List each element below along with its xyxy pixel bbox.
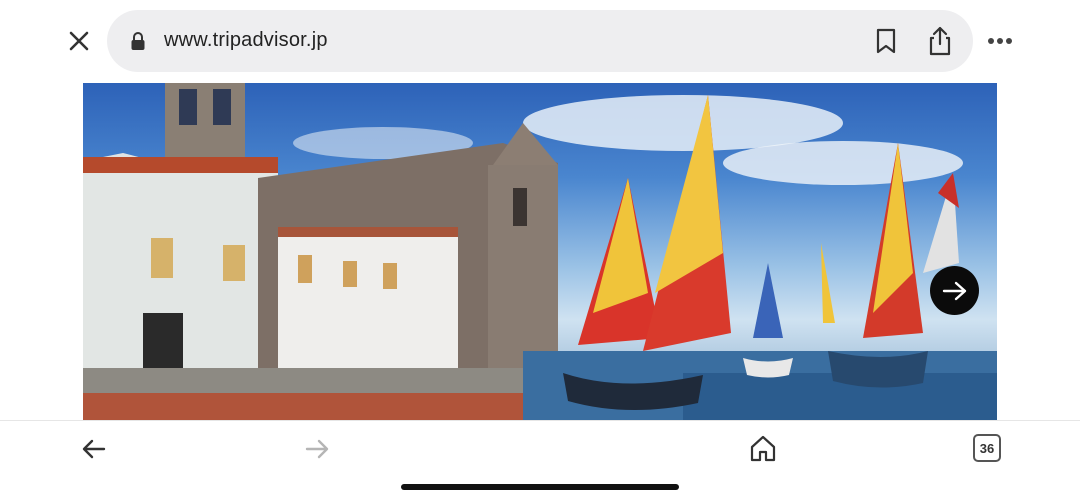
back-arrow-icon[interactable] bbox=[80, 435, 108, 463]
tab-count: 36 bbox=[979, 440, 995, 456]
next-image-button[interactable] bbox=[930, 266, 979, 315]
hero-photo bbox=[83, 83, 997, 421]
more-icon bbox=[988, 38, 1012, 44]
more-button[interactable] bbox=[982, 26, 1018, 56]
bookmark-icon[interactable] bbox=[873, 27, 899, 55]
close-icon bbox=[69, 31, 89, 51]
address-bar[interactable]: www.tripadvisor.jp bbox=[107, 10, 973, 72]
arrow-right-icon bbox=[942, 281, 966, 300]
canal-scene-illustration bbox=[83, 83, 997, 421]
share-icon[interactable] bbox=[925, 25, 955, 57]
home-indicator bbox=[401, 484, 679, 490]
forward-arrow-icon[interactable] bbox=[303, 435, 331, 463]
lock-icon bbox=[131, 32, 145, 50]
browser-top-bar: www.tripadvisor.jp bbox=[0, 0, 1080, 82]
url-text: www.tripadvisor.jp bbox=[164, 29, 328, 51]
tabs-button[interactable]: 36 bbox=[973, 434, 1001, 462]
close-button[interactable] bbox=[62, 24, 96, 58]
browser-bottom-bar: 36 bbox=[0, 420, 1080, 501]
home-icon[interactable] bbox=[748, 433, 778, 463]
